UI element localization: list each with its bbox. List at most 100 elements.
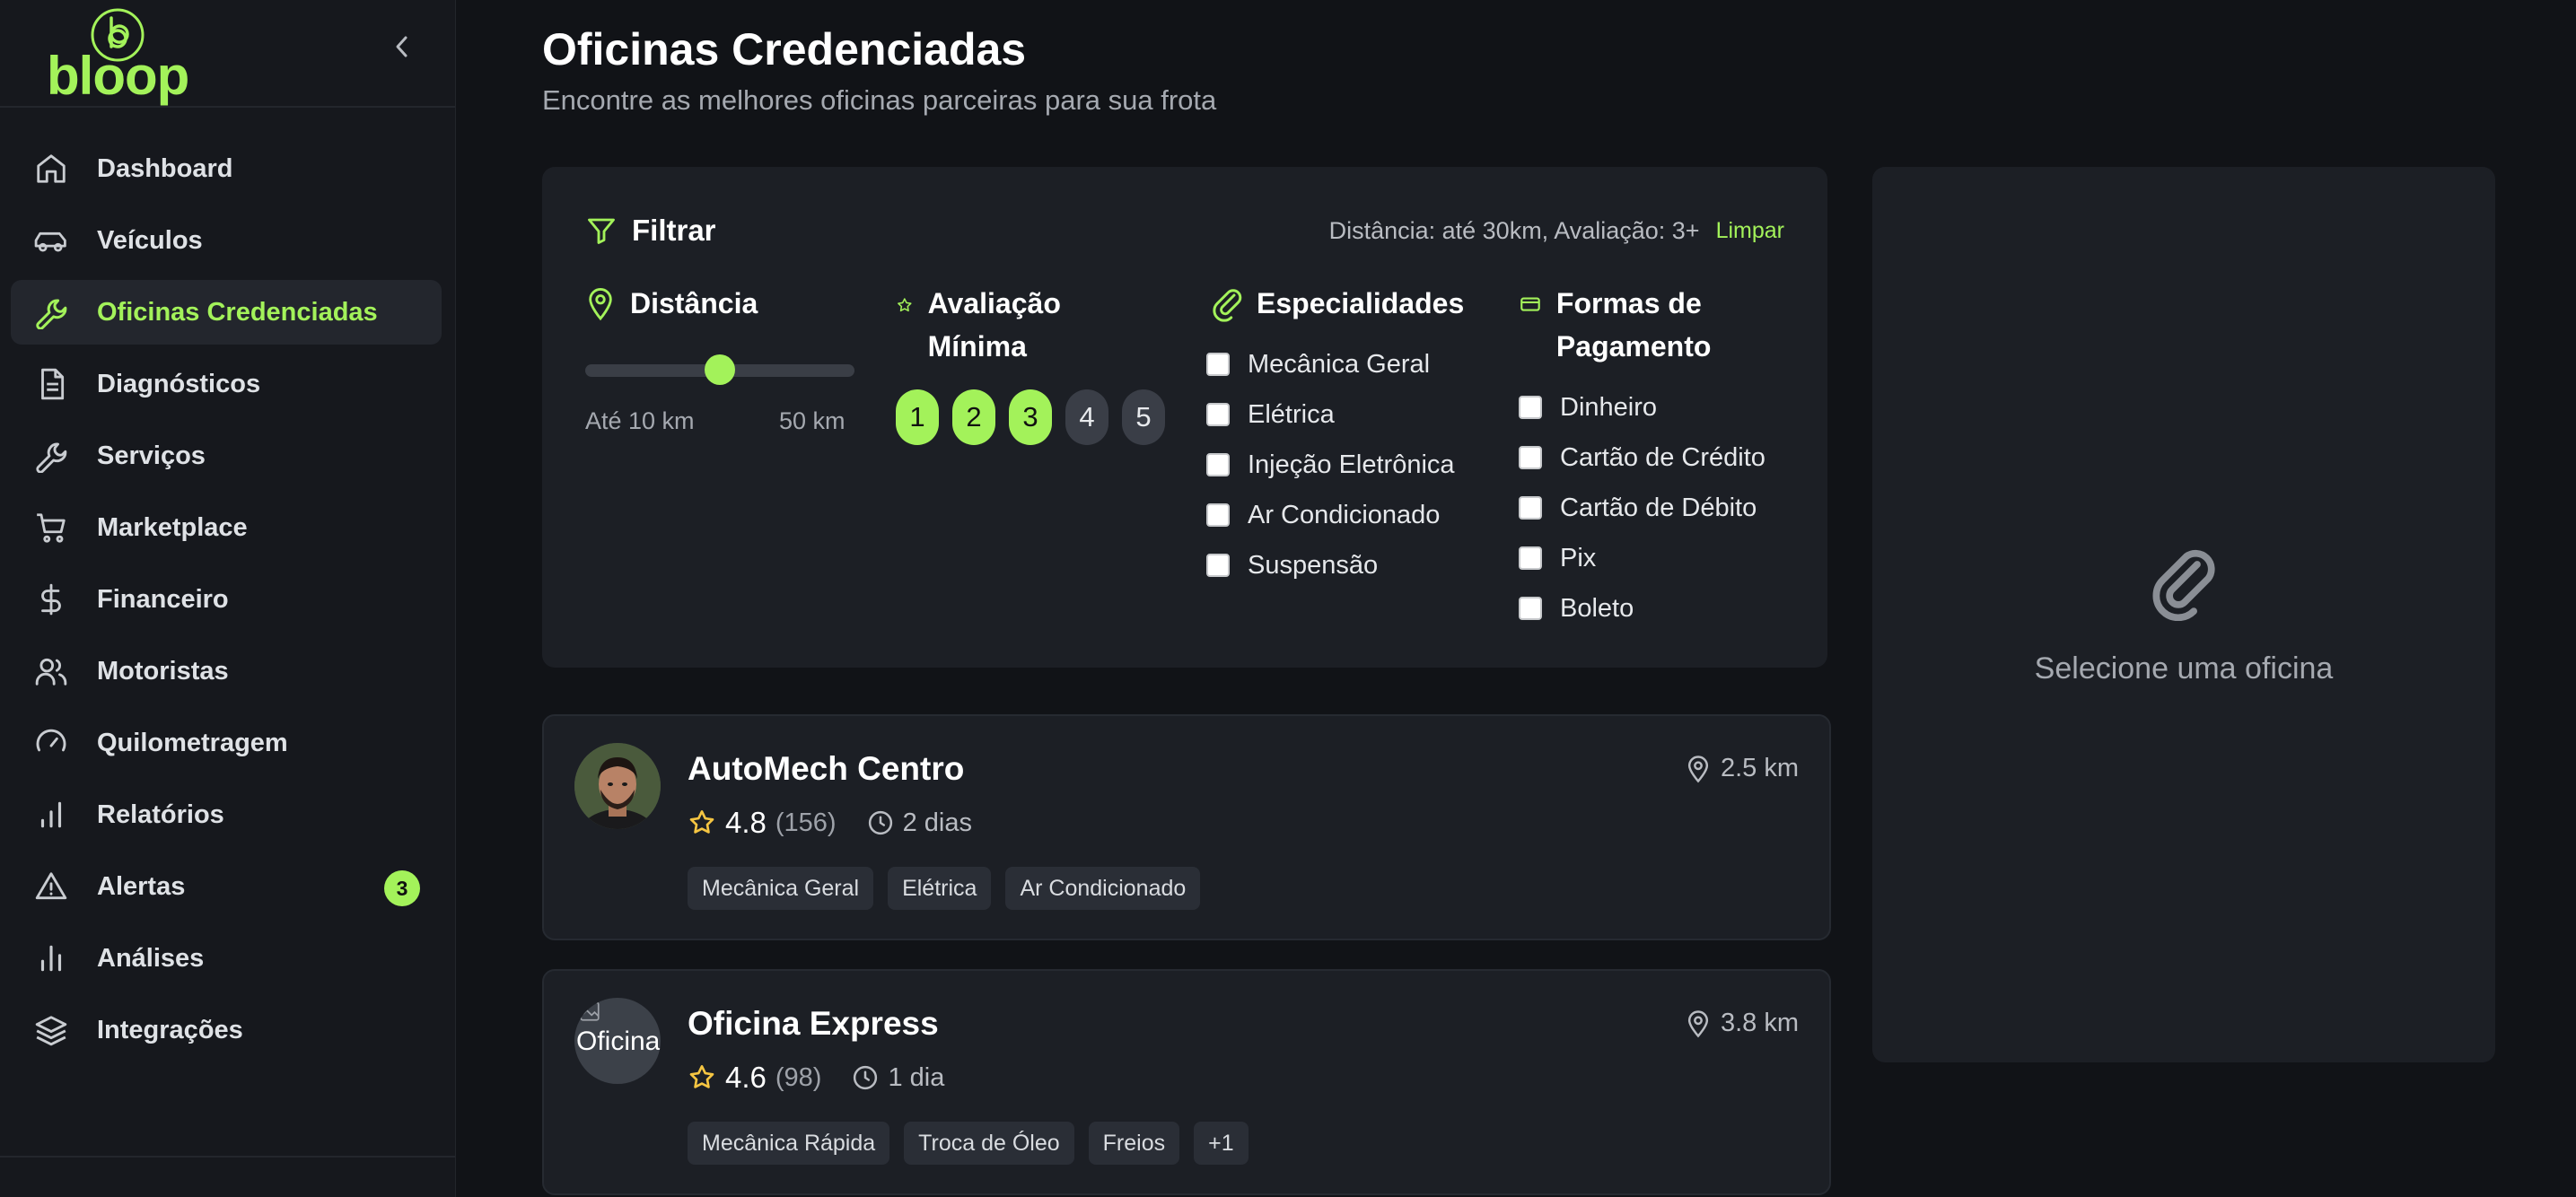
sidebar-item-integracoes[interactable]: Integrações (11, 998, 442, 1062)
car-icon (32, 222, 70, 259)
payment-option[interactable]: Cartão de Débito (1519, 483, 1766, 533)
rating-title: Avaliação Mínima (927, 287, 1061, 363)
map-pin-icon (1687, 755, 1709, 782)
specialty-option[interactable]: Ar Condicionado (1206, 490, 1455, 540)
checkbox[interactable] (1206, 353, 1230, 376)
shop-rating: 4.8 (725, 806, 767, 839)
checkbox[interactable] (1519, 546, 1542, 570)
chevron-left-icon (396, 36, 407, 57)
shop-card[interactable]: AutoMech Centro 2.5 km 4.8 (156) 2 dias … (542, 714, 1831, 940)
payment-filter: Formas de Pagamento (1519, 282, 1806, 368)
sidebar-item-label: Relatórios (97, 799, 224, 829)
sidebar-item-alertas[interactable]: Alertas 3 (11, 854, 442, 919)
checkbox[interactable] (1519, 597, 1542, 620)
empty-state-message: Selecione uma oficina (2034, 651, 2334, 686)
clock-icon (854, 1065, 878, 1090)
sidebar-item-label: Diagnósticos (97, 369, 261, 398)
checkbox[interactable] (1519, 496, 1542, 520)
specialty-option[interactable]: Elétrica (1206, 389, 1455, 440)
collapse-sidebar-button[interactable] (386, 31, 418, 63)
shop-tags: Mecânica Rápida Troca de Óleo Freios +1 (688, 1122, 1263, 1165)
rating-option-3[interactable]: 3 (1009, 389, 1052, 445)
map-pin-icon (589, 288, 612, 321)
specialty-option[interactable]: Mecânica Geral (1206, 339, 1455, 389)
alert-triangle-icon (32, 868, 70, 905)
specialty-option[interactable]: Suspensão (1206, 540, 1455, 590)
shop-card[interactable]: Oficina Oficina Express 3.8 km 4.6 (98) … (542, 969, 1831, 1195)
sidebar-item-label: Financeiro (97, 584, 229, 614)
sidebar-item-motoristas[interactable]: Motoristas (11, 639, 442, 703)
map-pin-icon (1687, 1009, 1709, 1037)
payment-title: Formas de Pagamento (1555, 287, 1712, 363)
shop-avatar (574, 743, 661, 829)
rating-option-4[interactable]: 4 (1065, 389, 1108, 445)
payment-option[interactable]: Boleto (1519, 583, 1766, 633)
checkbox[interactable] (1206, 403, 1230, 426)
distance-slider-handle[interactable] (705, 354, 735, 385)
shop-distance: 3.8 km (1685, 1009, 1799, 1038)
sidebar-item-marketplace[interactable]: Marketplace (11, 495, 442, 560)
payment-option[interactable]: Dinheiro (1519, 382, 1766, 432)
bloop-logo[interactable]: bloop (47, 7, 190, 106)
users-icon (32, 652, 70, 690)
sidebar: bloop Dashboard Veículos Oficinas Creden… (0, 0, 456, 1197)
page-subtitle: Encontre as melhores oficinas parceiras … (542, 84, 1217, 116)
specialty-tag: Mecânica Geral (688, 867, 874, 910)
shop-tags: Mecânica Geral Elétrica Ar Condicionado (688, 867, 1214, 910)
payment-option[interactable]: Cartão de Crédito (1519, 432, 1766, 483)
sidebar-item-oficinas[interactable]: Oficinas Credenciadas (11, 280, 442, 345)
rating-option-1[interactable]: 1 (896, 389, 939, 445)
avatar-alt-text: Oficina (576, 1027, 661, 1056)
checkbox[interactable] (1206, 453, 1230, 476)
sidebar-item-label: Alertas (97, 871, 186, 901)
sidebar-item-servicos[interactable]: Serviços (11, 424, 442, 488)
clock-icon (868, 810, 892, 835)
sidebar-item-dashboard[interactable]: Dashboard (11, 136, 442, 201)
home-icon (32, 150, 70, 188)
checkbox[interactable] (1519, 396, 1542, 419)
active-filters-summary: Distância: até 30km, Avaliação: 3+ Limpa… (1329, 217, 1784, 245)
sidebar-item-financeiro[interactable]: Financeiro (11, 567, 442, 632)
sidebar-item-diagnosticos[interactable]: Diagnósticos (11, 352, 442, 416)
checkbox[interactable] (1206, 554, 1230, 577)
specialty-option[interactable]: Injeção Eletrônica (1206, 440, 1455, 490)
rating-option-2[interactable]: 2 (952, 389, 995, 445)
filter-header: Filtrar (585, 214, 716, 248)
payment-option[interactable]: Pix (1519, 533, 1766, 583)
shop-name: AutoMech Centro (688, 750, 965, 787)
dollar-icon (32, 581, 70, 618)
cart-icon (32, 509, 70, 546)
distance-title: Distância (630, 287, 758, 319)
logo-wordmark: bloop (47, 46, 189, 106)
sidebar-divider (0, 106, 455, 108)
bar-chart-icon (32, 939, 70, 977)
sidebar-item-label: Marketplace (97, 512, 248, 542)
wrench-icon (32, 437, 70, 475)
more-tags-chip[interactable]: +1 (1194, 1122, 1249, 1165)
bar-chart-icon (32, 796, 70, 834)
shop-detail-panel: Selecione uma oficina (1872, 167, 2495, 1062)
specialty-tag: Freios (1088, 1122, 1180, 1165)
rating-filter: Avaliação Mínima (896, 282, 1066, 368)
shop-rating: 4.6 (725, 1061, 767, 1094)
checkbox[interactable] (1206, 503, 1230, 527)
clear-filters-link[interactable]: Limpar (1716, 218, 1784, 244)
gauge-icon (32, 724, 70, 762)
sidebar-item-label: Integrações (97, 1015, 243, 1044)
sidebar-item-relatorios[interactable]: Relatórios (11, 782, 442, 847)
sidebar-item-quilometragem[interactable]: Quilometragem (11, 711, 442, 775)
star-icon (689, 1065, 714, 1088)
sidebar-divider (0, 1156, 455, 1158)
sidebar-item-label: Serviços (97, 441, 206, 470)
filter-title: Filtrar (632, 214, 716, 247)
rating-option-5[interactable]: 5 (1122, 389, 1165, 445)
sidebar-item-analises[interactable]: Análises (11, 926, 442, 991)
specialty-tag: Mecânica Rápida (688, 1122, 890, 1165)
sidebar-item-label: Veículos (97, 225, 203, 255)
sidebar-item-label: Motoristas (97, 656, 229, 686)
checkbox[interactable] (1519, 446, 1542, 469)
shop-eta: 1 dia (888, 1062, 945, 1092)
credit-card-icon (1520, 297, 1540, 311)
distance-slider[interactable] (585, 354, 854, 385)
sidebar-item-veiculos[interactable]: Veículos (11, 208, 442, 273)
